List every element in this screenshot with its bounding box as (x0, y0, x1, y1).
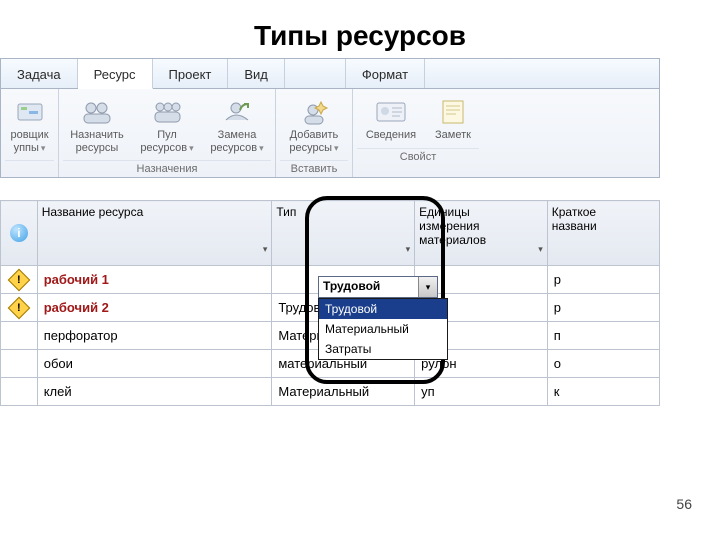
overallocation-icon: ! (8, 268, 31, 291)
combo-dropdown-button[interactable]: ▾ (419, 277, 437, 297)
people-stack-icon (150, 97, 184, 127)
table-row[interactable]: клейМатериальныйупк (1, 378, 660, 406)
assign-resources-label: Назначить ресурсы (70, 129, 124, 154)
team-planner-icon (13, 97, 47, 127)
replace-resources-button[interactable]: Замена ресурсов▾ (203, 95, 271, 156)
name-cell[interactable]: обои (37, 350, 272, 378)
short-name-cell[interactable]: о (547, 350, 659, 378)
chevron-down-icon[interactable]: ▾ (406, 244, 411, 255)
dropdown-option[interactable]: Трудовой (319, 299, 447, 319)
short-name-cell[interactable]: р (547, 266, 659, 294)
name-cell[interactable]: перфоратор (37, 322, 272, 350)
chevron-down-icon[interactable]: ▾ (538, 244, 543, 255)
people-icon (80, 97, 114, 127)
notes-label: Заметк (435, 129, 471, 142)
group-insert-label: Вставить (280, 160, 348, 175)
header-indicators[interactable]: i (1, 201, 38, 266)
ribbon: Задача Ресурс Проект Вид Формат ровщик у… (0, 58, 660, 178)
header-resource-name[interactable]: Название ресурса▾ (37, 201, 272, 266)
header-type[interactable]: Тип▾ (272, 201, 415, 266)
header-row: i Название ресурса▾ Тип▾ Единицы измерен… (1, 201, 660, 266)
indicator-cell (1, 350, 38, 378)
page-title: Типы ресурсов (0, 0, 720, 60)
replace-resources-label: Замена ресурсов▾ (210, 129, 263, 154)
chevron-down-icon: ▾ (426, 282, 431, 293)
type-combo[interactable]: Трудовой ▾ (318, 276, 438, 298)
notes-button[interactable]: Заметк (427, 95, 479, 144)
overallocation-icon: ! (8, 296, 31, 319)
type-cell-editor: Трудовой ▾ ТрудовойМатериальныйЗатраты (318, 276, 438, 360)
tab-task[interactable]: Задача (1, 59, 78, 88)
name-cell[interactable]: клей (37, 378, 272, 406)
ribbon-tab-strip: Задача Ресурс Проект Вид Формат (1, 59, 659, 89)
type-combo-value: Трудовой (319, 277, 419, 297)
units-cell[interactable]: уп (415, 378, 548, 406)
add-resources-button[interactable]: Добавить ресурсы▾ (280, 95, 348, 156)
indicator-cell: ! (1, 294, 38, 322)
group-assignments-label: Назначения (63, 160, 271, 175)
header-short-name[interactable]: Краткое названи (547, 201, 659, 266)
tab-view[interactable]: Вид (228, 59, 285, 88)
indicator-cell (1, 378, 38, 406)
short-name-cell[interactable]: р (547, 294, 659, 322)
short-name-cell[interactable]: к (547, 378, 659, 406)
group-properties-label: Свойст (357, 148, 479, 163)
person-swap-icon (220, 97, 254, 127)
dropdown-option[interactable]: Затраты (319, 339, 447, 359)
type-cell[interactable]: Материальный (272, 378, 415, 406)
resource-pool-button[interactable]: Пул ресурсов▾ (133, 95, 201, 156)
note-page-icon (436, 97, 470, 127)
type-dropdown-list: ТрудовойМатериальныйЗатраты (318, 298, 448, 360)
chevron-down-icon[interactable]: ▾ (263, 244, 268, 255)
team-planner-label: ровщик уппы▾ (10, 129, 48, 154)
indicator-cell: ! (1, 266, 38, 294)
indicator-cell (1, 322, 38, 350)
id-card-icon (374, 97, 408, 127)
information-button[interactable]: Сведения (357, 95, 425, 144)
information-label: Сведения (366, 129, 416, 142)
add-resources-label: Добавить ресурсы▾ (289, 129, 338, 154)
short-name-cell[interactable]: п (547, 322, 659, 350)
page-number: 56 (676, 496, 692, 512)
tab-resource[interactable]: Ресурс (78, 59, 153, 89)
assign-resources-button[interactable]: Назначить ресурсы (63, 95, 131, 156)
header-units[interactable]: Единицы измерения материалов▾ (415, 201, 548, 266)
info-icon: i (10, 224, 28, 242)
resource-pool-label: Пул ресурсов▾ (140, 129, 193, 154)
tab-format[interactable]: Формат (345, 59, 425, 88)
person-sparkle-icon (297, 97, 331, 127)
team-planner-button[interactable]: ровщик уппы▾ (4, 95, 56, 156)
dropdown-option[interactable]: Материальный (319, 319, 447, 339)
name-cell[interactable]: рабочий 2 (37, 294, 272, 322)
name-cell[interactable]: рабочий 1 (37, 266, 272, 294)
tab-project[interactable]: Проект (153, 59, 229, 88)
